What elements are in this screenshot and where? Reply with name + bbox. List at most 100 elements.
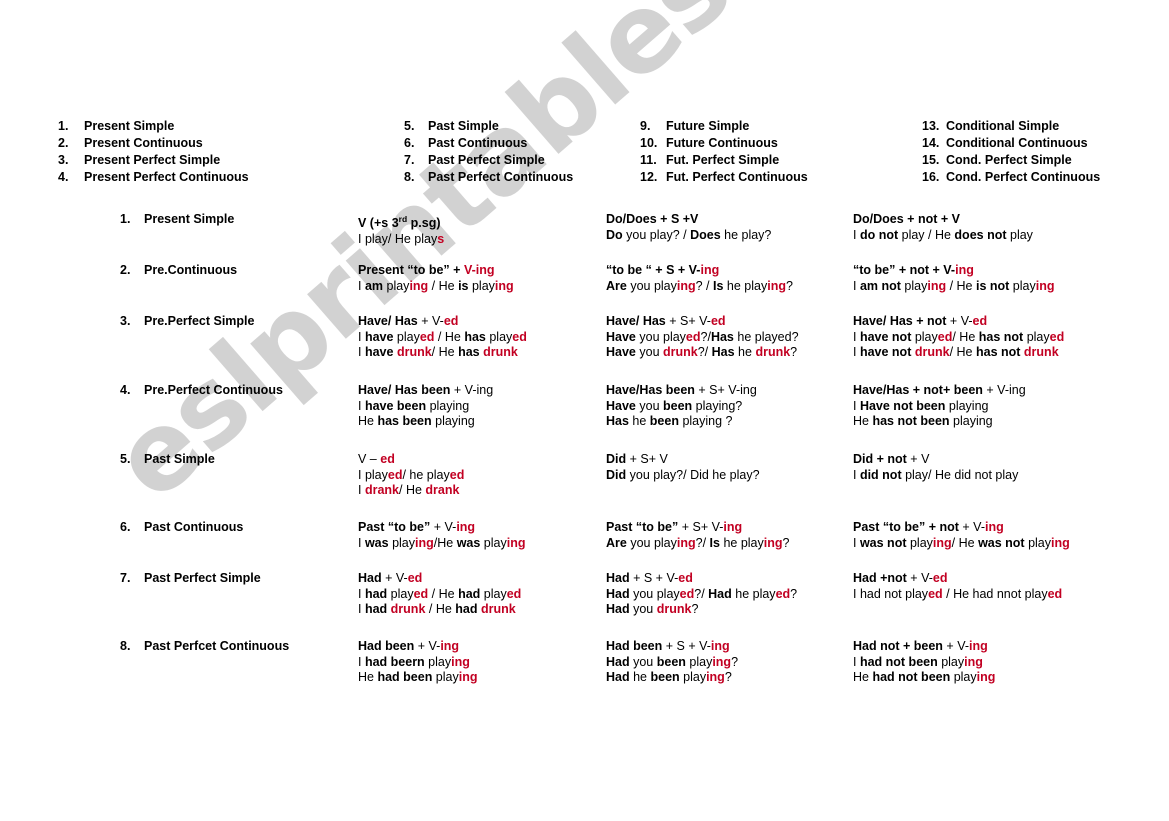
index-item-label: Present Perfect Simple — [84, 153, 221, 167]
formula-line: Do/Does + S +V — [606, 212, 851, 228]
index-item: 16. Cond. Perfect Continuous — [922, 169, 1169, 186]
index-item: 13. Conditional Simple — [922, 118, 1169, 135]
text-segment: I — [358, 398, 365, 413]
formula-line: Have/ Has + V-ed — [358, 314, 603, 330]
text-segment: have not — [859, 329, 912, 344]
index-item: 3. Present Perfect Simple — [58, 152, 358, 169]
text-segment: / He — [951, 535, 979, 550]
text-segment: ing — [767, 278, 786, 293]
formula-line: “to be “ + S + V-ing — [606, 263, 851, 279]
tense-name-cell: 3. Pre.Perfect Simple — [120, 314, 350, 330]
text-segment: Had +not — [853, 571, 907, 585]
formula-line: Do/Does + not + V — [853, 212, 1153, 228]
text-segment: I — [853, 398, 860, 413]
text-segment: you play — [635, 329, 686, 344]
affirmative-cell: V (+s 3rd p.sg) I play/ He plays — [358, 212, 603, 247]
text-segment: / He — [946, 278, 976, 293]
index-item-number: 14. — [922, 136, 940, 150]
negative-cell: Have/ Has + not + V-ed I have not played/… — [853, 314, 1153, 361]
text-segment: Have — [606, 329, 636, 344]
row-number: 1. — [120, 212, 131, 226]
tense-name-cell: 2. Pre.Continuous — [120, 263, 350, 279]
affirmative-cell: V – ed I played/ he played I drank/ He dra… — [358, 452, 603, 499]
text-segment: had been — [377, 670, 433, 685]
index-item-label: Conditional Simple — [946, 119, 1060, 133]
example-line: I have played / He has played — [358, 330, 603, 346]
tense-name-label: Pre.Continuous — [144, 263, 238, 277]
text-segment: / He — [949, 345, 976, 360]
text-segment: + S+ V-ing — [694, 383, 757, 397]
index-item: 15. Cond. Perfect Simple — [922, 152, 1169, 169]
affirmative-cell: Present “to be” + V-ing I am playing / He… — [358, 263, 603, 294]
example-line: I have drunk/ He has drunk — [358, 345, 603, 361]
example-line: He has not been playing — [853, 414, 1153, 430]
text-segment: ing — [440, 639, 460, 653]
text-segment: ed — [972, 314, 988, 328]
question-cell: Past “to be” + S+ V-ing Are you playing?/… — [606, 520, 851, 551]
text-segment: ?/ — [700, 329, 711, 344]
text-segment: play — [468, 278, 495, 293]
index-item-number: 7. — [404, 153, 415, 167]
example-line: Had you played?/ Had he played? — [606, 587, 851, 603]
table-row: 7. Past Perfect Simple Had + V-ed I had pla… — [0, 571, 1169, 631]
text-segment: had beern — [364, 654, 425, 669]
index-item-number: 2. — [58, 136, 69, 150]
affirmative-cell: Have/ Has + V-ed I have played / He has p… — [358, 314, 603, 361]
text-segment: have been — [364, 398, 427, 413]
text-segment: had — [455, 602, 478, 617]
index-item-number: 12. — [640, 170, 658, 184]
text-segment: ed — [407, 571, 423, 585]
formula-line: Have/ Has been + V-ing — [358, 383, 603, 399]
text-segment: he play — [719, 535, 764, 550]
example-line: I was not playing/ He was not playing — [853, 536, 1153, 552]
text-segment: you play — [626, 278, 677, 293]
example-line: I play/ He plays — [358, 232, 603, 248]
text-segment: been — [656, 654, 686, 669]
text-segment: drunk — [1023, 345, 1059, 360]
text-segment: He — [853, 670, 873, 685]
example-line: I had not played / He had nnot played — [853, 587, 1153, 603]
text-segment: Did — [606, 467, 627, 482]
text-segment: Present “to be” + — [358, 263, 464, 277]
text-segment: play — [393, 329, 420, 344]
text-segment: I — [853, 227, 860, 242]
text-segment: / He — [431, 345, 459, 360]
text-segment: ing — [969, 639, 988, 653]
text-segment: play — [388, 535, 415, 550]
question-cell: Have/ Has + S+ V-ed Have you played?/Has … — [606, 314, 851, 361]
text-segment: ed — [685, 329, 701, 344]
tense-name-label: Pre.Perfect Simple — [144, 314, 255, 328]
formula-line: Have/Has been + S+ V-ing — [606, 383, 851, 399]
question-cell: Had + S + V-ed Had you played?/ Had he pl… — [606, 571, 851, 618]
text-segment: had not been — [872, 670, 951, 685]
text-segment: ing — [458, 670, 478, 685]
text-segment: / He — [428, 278, 459, 293]
tense-name-label: Present Simple — [144, 212, 235, 226]
text-segment: I — [358, 278, 365, 293]
text-segment: + S+ V- — [678, 520, 724, 534]
example-line: Do you play? / Does he play? — [606, 228, 851, 244]
affirmative-cell: Had + V-ed I had played / He had played I … — [358, 571, 603, 618]
text-segment: play — [485, 329, 513, 344]
negative-cell: Had +not + V-ed I had not played / He had… — [853, 571, 1153, 602]
example-line: Had you been playing? — [606, 655, 851, 671]
text-segment: play — [383, 278, 410, 293]
text-segment: ?/ — [697, 345, 712, 360]
negative-cell: Had not + been + V-ing I had not been pla… — [853, 639, 1153, 686]
text-segment: ed — [387, 467, 403, 482]
formula-line: V (+s 3rd p.sg) — [358, 212, 603, 232]
negative-cell: Past “to be” + not + V-ing I was not play… — [853, 520, 1153, 551]
text-segment: Have/Has been — [606, 383, 695, 397]
text-segment: I — [358, 329, 365, 344]
text-segment: play — [900, 278, 928, 293]
text-segment: drank — [425, 483, 460, 498]
tense-name-cell: 5. Past Simple — [120, 452, 350, 468]
example-line: I am not playing / He is not playing — [853, 279, 1153, 295]
tense-name-cell: 7. Past Perfect Simple — [120, 571, 350, 587]
text-segment: Is — [709, 535, 720, 550]
text-segment: + S+ V — [626, 452, 668, 466]
negative-cell: Did + not + VI did not play/ He did not … — [853, 452, 1153, 483]
text-segment: + V- — [942, 639, 970, 653]
index-item: 11. Fut. Perfect Simple — [640, 152, 940, 169]
question-cell: Do/Does + S +V Do you play? / Does he pla… — [606, 212, 851, 243]
